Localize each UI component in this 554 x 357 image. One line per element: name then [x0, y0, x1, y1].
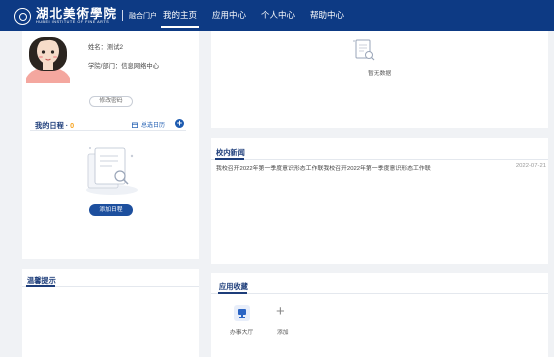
- empty-data-card: [211, 31, 548, 128]
- empty-schedule-illustration: [86, 147, 138, 195]
- university-seal-icon: [14, 7, 31, 25]
- calendar-icon: [132, 122, 138, 128]
- add-app-label[interactable]: 添加: [277, 327, 289, 336]
- header-divider: [122, 10, 123, 21]
- user-department: 学院/部门：信息网络中心: [88, 63, 160, 70]
- news-title-underline: [215, 158, 244, 160]
- change-password-button[interactable]: 修改密码: [89, 96, 133, 107]
- favorites-title-underline: [218, 292, 247, 294]
- service-hall-app[interactable]: [234, 305, 250, 321]
- add-app-plus-icon[interactable]: +: [276, 304, 285, 319]
- schedule-count: 0: [70, 121, 75, 130]
- app-favorites-card: [211, 273, 548, 357]
- news-item-date: 2022-07-21: [515, 163, 546, 169]
- university-logo[interactable]: 湖北美術學院 HUBEI INSTITUTE OF FINE ARTS: [14, 4, 117, 28]
- news-item-title[interactable]: 我校召开2022年第一季度意识形态工作联我校召开2022年第一季度意识形态工作联: [216, 166, 431, 172]
- campus-news-card: [211, 138, 548, 264]
- logo-english-name: HUBEI INSTITUTE OF FINE ARTS: [36, 20, 110, 24]
- schedule-title: 我的日程 · 0: [35, 121, 75, 130]
- favorites-divider: [211, 293, 548, 294]
- user-avatar: [26, 31, 70, 83]
- tips-title-underline: [26, 285, 55, 287]
- top-header: 湖北美術學院 HUBEI INSTITUTE OF FINE ARTS 融合门户…: [0, 0, 554, 31]
- news-divider: [211, 159, 548, 160]
- campus-news-title: 校内新闻: [216, 148, 245, 157]
- nav-app-center[interactable]: 应用中心: [212, 0, 246, 31]
- nav-help-center[interactable]: 帮助中心: [310, 0, 344, 31]
- logo-chinese-name: 湖北美術學院: [36, 6, 118, 21]
- news-item[interactable]: 我校召开2022年第一季度意识形态工作联我校召开2022年第一季度意识形态工作联…: [216, 163, 546, 172]
- all-calendar-link[interactable]: 总选日历: [132, 120, 165, 129]
- empty-data-text: 暂无数据: [368, 71, 392, 77]
- user-name: 姓名：测试2: [88, 44, 123, 51]
- app-favorites-title: 应用收藏: [219, 282, 248, 291]
- add-schedule-button[interactable]: 添加日程: [89, 204, 133, 216]
- nav-personal-center[interactable]: 个人中心: [261, 0, 295, 31]
- empty-data-icon: [353, 39, 375, 61]
- portal-label: 融合门户: [129, 13, 157, 20]
- nav-my-homepage[interactable]: 我的主页: [160, 0, 200, 31]
- service-hall-label[interactable]: 办事大厅: [230, 327, 253, 336]
- add-schedule-plus-icon[interactable]: +: [175, 119, 184, 128]
